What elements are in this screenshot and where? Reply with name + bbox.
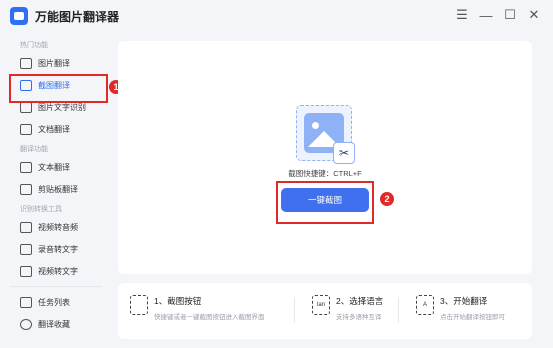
sidebar-item-favorites[interactable]: 翻译收藏	[0, 313, 112, 335]
app-logo-icon	[10, 7, 28, 25]
language-icon: lan	[312, 295, 330, 315]
section-heading-hot: 热门功能	[20, 42, 48, 49]
app-title: 万能图片翻译器	[35, 9, 120, 24]
sidebar-item-clipboard-translate[interactable]: 剪贴板翻译	[0, 178, 112, 200]
maximize-icon[interactable]: ☐	[499, 4, 521, 26]
step-divider	[398, 297, 399, 323]
ocr-icon	[20, 101, 32, 113]
sidebar-item-label: 图片文字识别	[38, 102, 86, 112]
shortcut-hint: 截图快捷键：CTRL+F	[288, 169, 362, 178]
step-start-translate: A 3、开始翻译 点击开始翻译按钮即可	[416, 295, 505, 321]
step-title: 2、选择语言	[336, 296, 384, 306]
sidebar-item-label: 剪贴板翻译	[38, 184, 78, 194]
section-heading-translate: 翻译功能	[20, 146, 48, 153]
sidebar-divider	[10, 286, 102, 287]
star-icon	[20, 318, 32, 330]
translate-icon: A	[416, 295, 434, 315]
minimize-icon[interactable]: —	[475, 4, 497, 26]
close-icon[interactable]: ✕	[523, 4, 545, 26]
window-controls: ☰ — ☐ ✕	[451, 4, 545, 26]
sidebar-item-record-to-text[interactable]: 录音转文字	[0, 238, 112, 260]
sidebar-item-image-translate[interactable]: 图片翻译	[0, 52, 112, 74]
steps-panel: 1、截图按钮 快捷键或者一键截图按钮进入截图界面 lan 2、选择语言 支持多语…	[118, 283, 532, 339]
sidebar-item-label: 任务列表	[38, 297, 70, 307]
sidebar-item-label: 视频转音频	[38, 222, 78, 232]
sidebar-item-label: 翻译收藏	[38, 319, 70, 329]
step-description: 点击开始翻译按钮即可	[440, 314, 505, 321]
screenshot-step-icon	[130, 295, 148, 315]
text-icon	[20, 161, 32, 173]
clipboard-icon	[20, 183, 32, 195]
sidebar-item-task-list[interactable]: 任务列表	[0, 291, 112, 313]
image-icon	[20, 57, 32, 69]
sidebar-item-text-translate[interactable]: 文本翻译	[0, 156, 112, 178]
record-text-icon	[20, 243, 32, 255]
step-divider	[294, 297, 295, 323]
scissors-icon: ✂	[333, 142, 355, 164]
step-description: 快捷键或者一键截图按钮进入截图界面	[154, 314, 265, 321]
sidebar-item-label: 文本翻译	[38, 162, 70, 172]
annotation-box-2	[276, 181, 374, 224]
sidebar-item-label: 视频转文字	[38, 266, 78, 276]
sidebar-item-video-to-text[interactable]: 视频转文字	[0, 260, 112, 282]
screenshot-panel: ✂ 截图快捷键：CTRL+F 一键截图	[118, 41, 532, 274]
task-list-icon	[20, 296, 32, 308]
step-title: 3、开始翻译	[440, 296, 488, 306]
annotation-number-2: 2	[380, 192, 394, 206]
document-icon	[20, 123, 32, 135]
video-audio-icon	[20, 221, 32, 233]
sidebar-item-label: 文档翻译	[38, 124, 70, 134]
annotation-box-1	[9, 74, 108, 103]
step-screenshot: 1、截图按钮 快捷键或者一键截图按钮进入截图界面	[130, 295, 265, 321]
sidebar-item-label: 录音转文字	[38, 244, 78, 254]
step-description: 支持多语种互译	[336, 314, 382, 321]
menu-icon[interactable]: ☰	[451, 4, 473, 26]
section-heading-tools: 识别转换工具	[20, 206, 62, 213]
sidebar-item-video-to-audio[interactable]: 视频转音频	[0, 216, 112, 238]
sidebar-item-document-translate[interactable]: 文档翻译	[0, 118, 112, 140]
video-text-icon	[20, 265, 32, 277]
title-bar: 万能图片翻译器 ☰ — ☐ ✕	[0, 0, 553, 32]
sidebar-item-label: 图片翻译	[38, 58, 70, 68]
step-title: 1、截图按钮	[154, 296, 202, 306]
step-select-language: lan 2、选择语言 支持多语种互译	[312, 295, 383, 321]
